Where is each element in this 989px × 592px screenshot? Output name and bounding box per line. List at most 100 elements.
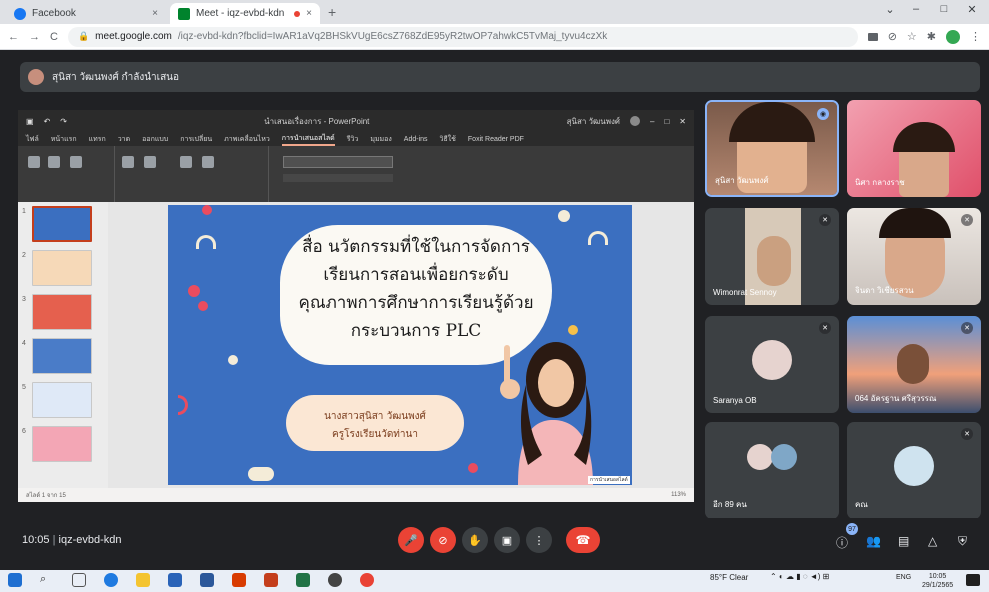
file-explorer-icon[interactable] [136,573,150,587]
slide-thumbnails: 1 2 3 4 5 6 [18,202,108,488]
decor-dot [202,205,212,215]
ribbon-button-icon [28,156,40,168]
url-host: meet.google.com [95,31,172,42]
tab-meet[interactable]: Meet - iqz-evbd-kdn × [170,3,320,24]
lock-icon: 🔒 [77,31,90,41]
redo-icon: ↷ [60,116,67,126]
slide-thumbnail [32,382,92,418]
decor-dot [468,463,478,473]
minimize-button[interactable]: – [902,3,930,15]
present-screen-button[interactable]: ▣ [494,527,520,553]
taskbar-clock[interactable]: 10:05 29/1/2565 [922,572,953,590]
participant-avatar [771,444,797,470]
more-options-button[interactable]: ⋮ [526,527,552,553]
notifications-icon[interactable] [966,574,980,586]
activities-icon[interactable]: △ [928,534,937,548]
powerpoint-icon[interactable] [264,573,278,587]
url-path: /iqz-evbd-kdn?fbclid=IwAR1aVq2BHSkVUgE6c… [177,31,608,42]
decor-dot [188,285,200,297]
share-icon[interactable]: ⊘ [888,30,897,43]
weather-widget[interactable]: 85°F Clear [710,573,748,582]
more-participants: อีก 89 คน [713,500,747,509]
slide-canvas: สื่อ นวัตกรรมที่ใช้ในการจัดการ เรียนการส… [168,205,632,485]
camera-indicator-icon[interactable] [867,32,878,41]
search-icon[interactable]: ⌕ [40,573,54,587]
tray-icons[interactable]: ⌃ ◐ ☁ ▮ ◌ ◄) ⊞ [770,572,829,581]
participant-tile[interactable]: ✕ คณ [847,422,981,519]
chrome-icon[interactable] [360,573,374,587]
profile-avatar[interactable] [946,29,960,44]
line-icon[interactable] [296,573,310,587]
people-icon[interactable]: 👥 [866,534,881,548]
new-tab-button[interactable]: + [328,4,336,20]
camera-app-icon[interactable] [328,573,342,587]
office-icon[interactable] [232,573,246,587]
participant-name: Saranya OB [713,396,757,405]
slide-thumbnail [32,250,92,286]
undo-icon: ↶ [43,116,51,126]
participant-tile-more[interactable]: อีก 89 คน [705,422,839,519]
word-icon[interactable] [200,573,214,587]
ppt-menu-item: ไฟล์ [26,135,39,143]
meet-icon [178,7,190,20]
thumb-number: 4 [22,340,26,347]
close-tab-icon[interactable]: × [152,8,158,19]
store-icon[interactable] [168,573,182,587]
presenter-text: สุนิสา วัฒนพงศ์ กำลังนำเสนอ [52,71,180,83]
ppt-menu-item: ออกแบบ [142,135,169,143]
end-call-button[interactable]: ☎ [566,527,600,553]
ppt-user-name: สุนิสา วัฒนพงศ์ [566,116,620,126]
decor-arc [178,395,188,415]
ribbon-dropdown [283,156,393,168]
camera-toggle-button[interactable]: ⊘ [430,527,456,553]
windows-start-icon[interactable] [8,573,22,587]
participant-tile[interactable]: ✕ จินดา วิเชียรสวน [847,208,981,305]
host-controls-icon[interactable]: ⛨ [958,534,967,549]
participant-avatar [752,340,792,380]
task-view-icon[interactable] [72,573,86,587]
chat-icon[interactable]: ▤ [898,534,909,548]
slide-title-line: สื่อ นวัตกรรมที่ใช้ในการจัดการ [302,237,530,257]
tab-facebook[interactable]: Facebook × [6,3,166,24]
meeting-details-icon[interactable]: ⓘ [836,534,848,551]
participant-tile[interactable]: ✕ 064 อัครฐาน ศรีสุวรรณ [847,316,981,413]
ppt-ribbon [18,146,694,202]
extensions-icon[interactable]: ✱ [927,30,936,43]
participant-tile[interactable]: นิศา กลางราช [847,100,981,197]
participant-name: 064 อัครฐาน ศรีสุวรรณ [855,394,937,403]
url-field[interactable]: 🔒 meet.google.com/iqz-evbd-kdn?fbclid=Iw… [67,26,858,47]
mic-muted-icon: ✕ [819,322,831,334]
participant-tile[interactable]: ✕ Wimonrat Sennoy [705,208,839,305]
participant-tile[interactable]: ◉ สุนิสา วัฒนพงศ์ [705,100,839,197]
thumb-number: 5 [22,384,26,391]
ppt-menu-item: หน้าแรก [50,135,77,143]
mic-muted-icon: ✕ [961,428,973,440]
back-icon[interactable]: ← [8,31,19,43]
participant-name: จินดา วิเชียรสวน [855,286,914,295]
author-name: นางสาวสุนิสา วัฒนพงศ์ [324,411,426,422]
ppt-menu-item-active: การนำเสนอสไลด์ [281,133,335,146]
star-icon[interactable]: ☆ [907,30,917,43]
ribbon-button-icon [144,156,156,168]
tab-search-button[interactable]: ⌄ [876,3,904,16]
slide-tag: การนำเสนอสไลด์ [588,476,630,484]
language-indicator[interactable]: ENG [896,574,911,581]
close-tab-icon[interactable]: × [306,8,312,19]
edge-icon[interactable] [104,573,118,587]
ppt-menu-item: ภาพเคลื่อนไหว [224,135,270,143]
forward-icon[interactable]: → [29,31,40,43]
decor-dot [248,467,274,481]
decor-arc [196,235,216,249]
maximize-button[interactable]: □ [930,3,958,15]
ppt-menu-item: วิธีใช้ [439,135,456,143]
close-window-button[interactable]: ✕ [958,3,986,16]
reload-icon[interactable]: C [50,31,58,43]
participant-name: คณ [855,500,868,509]
menu-icon[interactable]: ⋮ [970,30,981,43]
presenter-bar: สุนิสา วัฒนพงศ์ กำลังนำเสนอ [20,62,980,92]
raise-hand-button[interactable]: ✋ [462,527,488,553]
ppt-menu-item: รีวิว [346,135,359,143]
participant-tile[interactable]: ✕ Saranya OB [705,316,839,413]
ppt-menu-bar: ไฟล์ หน้าแรก แทรก วาด ออกแบบ การเปลี่ยน … [18,132,694,146]
mic-toggle-button[interactable]: 🎤 [398,527,424,553]
